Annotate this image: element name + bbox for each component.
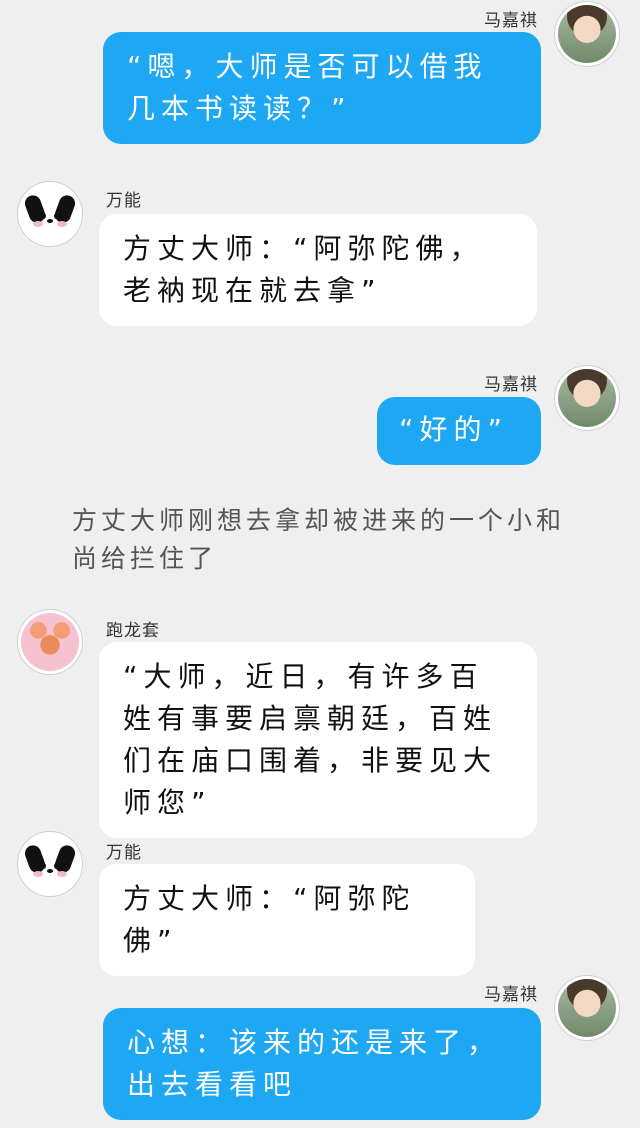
dog-avatar[interactable] xyxy=(18,832,82,896)
sender-name: 马嘉祺 xyxy=(484,11,538,31)
person-avatar[interactable] xyxy=(555,366,619,430)
message-bubble[interactable]: 方丈大师：“阿弥陀佛，老衲现在就去拿” xyxy=(99,214,537,326)
sender-name: 万能 xyxy=(106,191,142,211)
dog-avatar[interactable] xyxy=(18,182,82,246)
person-avatar[interactable] xyxy=(555,976,619,1040)
message-bubble[interactable]: 方丈大师：“阿弥陀佛” xyxy=(99,864,475,976)
person-avatar[interactable] xyxy=(555,2,619,66)
message-bubble[interactable]: 心想：该来的还是来了，出去看看吧 xyxy=(103,1008,541,1120)
message-bubble[interactable]: “嗯，大师是否可以借我几本书读读？” xyxy=(103,32,541,144)
bear-avatar[interactable] xyxy=(18,610,82,674)
sender-name: 马嘉祺 xyxy=(484,375,538,395)
sender-name: 万能 xyxy=(106,843,142,863)
message-bubble[interactable]: “大师，近日，有许多百姓有事要启禀朝廷，百姓们在庙口围着，非要见大师您” xyxy=(99,642,537,838)
narration-text: 方丈大师刚想去拿却被进来的一个小和尚给拦住了 xyxy=(72,506,566,573)
sender-name: 马嘉祺 xyxy=(484,985,538,1005)
sender-name: 跑龙套 xyxy=(106,621,160,641)
message-bubble[interactable]: “好的” xyxy=(377,397,541,465)
